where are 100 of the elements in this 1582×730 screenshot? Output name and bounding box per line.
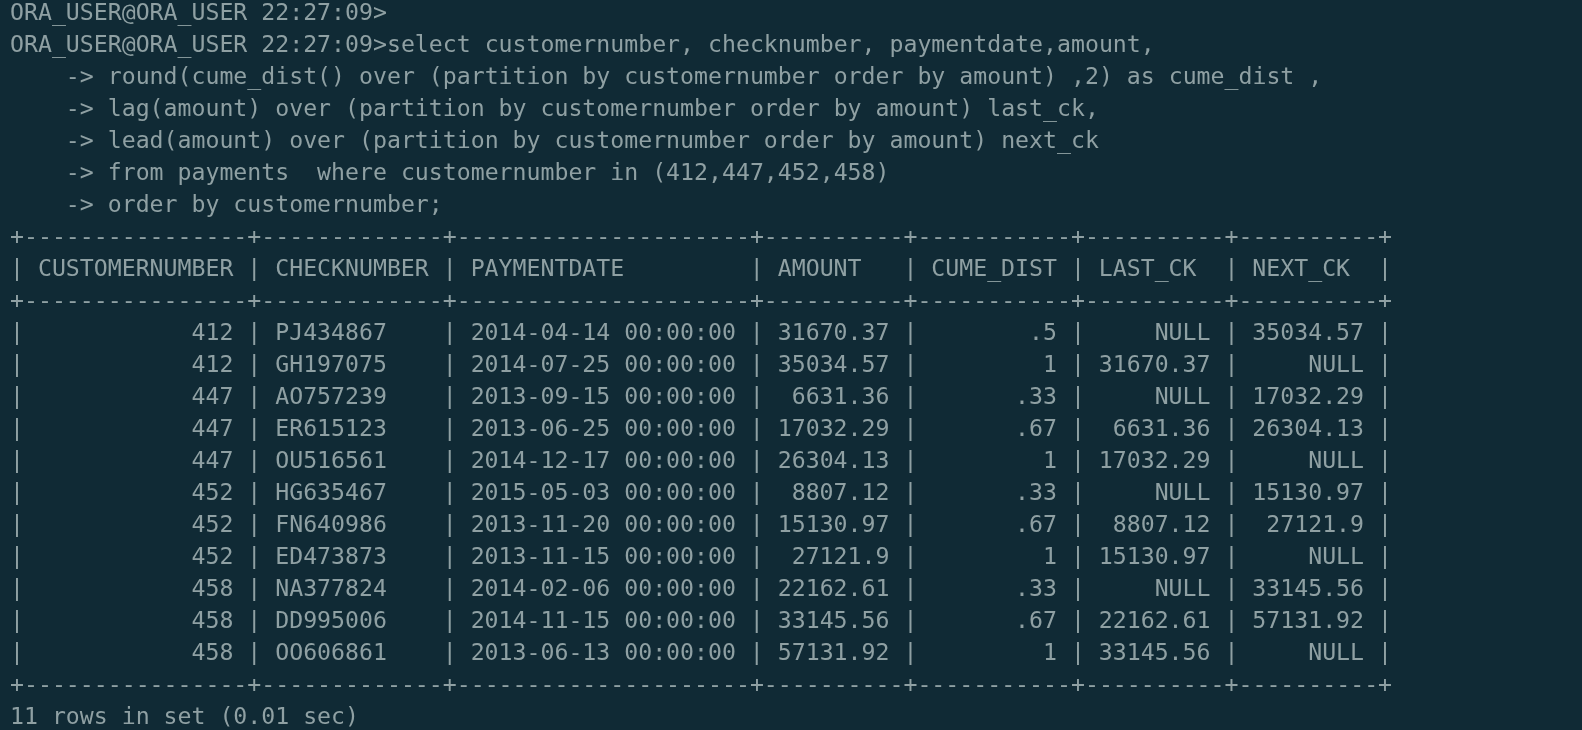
column-divider: | bbox=[247, 509, 262, 539]
column-divider: | bbox=[442, 509, 457, 539]
column-divider: | bbox=[10, 445, 24, 475]
column-divider: | bbox=[10, 541, 24, 571]
table-cell-text: 2014-04-14 00:00:00 bbox=[470, 317, 736, 347]
column-header: CUME_DIST bbox=[931, 253, 1057, 284]
column-divider: | bbox=[442, 573, 457, 603]
table-cell-text: NULL bbox=[1153, 381, 1211, 411]
sql-command: select customernumber, checknumber, paymentdate,amount, bbox=[386, 29, 1155, 59]
column-divider: | bbox=[1224, 317, 1239, 347]
table-cell-text: 2013-11-15 00:00:00 bbox=[470, 541, 736, 571]
column-divider: | bbox=[749, 637, 764, 667]
column-divider: | bbox=[1378, 541, 1392, 571]
table-cell-text: 2014-11-15 00:00:00 bbox=[470, 605, 736, 635]
column-divider: | bbox=[903, 317, 918, 347]
table-cell-text: 2014-02-06 00:00:00 bbox=[470, 573, 736, 603]
table-cell-text: NULL bbox=[1153, 477, 1211, 507]
column-divider: | bbox=[1070, 509, 1085, 539]
column-divider: | bbox=[247, 541, 262, 571]
table-cell-text: 8807.12 bbox=[1111, 509, 1211, 539]
table-cell-text: .33 bbox=[1014, 477, 1057, 507]
table-cell-text: 33145.56 bbox=[777, 605, 890, 635]
table-cell-text: 2014-07-25 00:00:00 bbox=[470, 349, 736, 379]
table-cell-text: 1 bbox=[1041, 637, 1057, 667]
table-cell-text: 31670.37 bbox=[777, 317, 890, 347]
column-divider: | bbox=[10, 381, 24, 411]
column-divider: | bbox=[1378, 381, 1392, 411]
table-cell-text: 458 bbox=[190, 573, 234, 603]
column-divider: | bbox=[749, 573, 764, 603]
column-divider: | bbox=[1224, 349, 1239, 379]
column-header: CHECKNUMBER bbox=[275, 253, 429, 283]
table-cell-text: 2015-05-03 00:00:00 bbox=[470, 477, 736, 507]
table-cell-text: 412 bbox=[190, 317, 234, 347]
table-cell-text: NULL bbox=[1307, 637, 1365, 667]
table-cell-text: FN640986 bbox=[275, 509, 388, 539]
column-divider: | bbox=[1070, 605, 1085, 635]
table-cell-text: 452 bbox=[190, 477, 234, 507]
column-divider: | bbox=[1378, 413, 1392, 443]
column-divider: | bbox=[442, 477, 457, 507]
table-cell-text: 2013-06-13 00:00:00 bbox=[470, 637, 736, 667]
table-cell-text: 2013-11-20 00:00:00 bbox=[470, 509, 736, 539]
column-divider: | bbox=[749, 477, 764, 507]
column-divider: | bbox=[10, 317, 24, 347]
column-divider: | bbox=[903, 637, 918, 667]
result-summary: 11 rows in set (0.01 sec) bbox=[10, 701, 359, 730]
column-divider: | bbox=[1378, 573, 1392, 603]
sql-continuation-line: -> lag(amount) over (partition by customernumber order by amount) last_ck, bbox=[64, 93, 1099, 124]
table-cell-text: 412 bbox=[190, 349, 234, 379]
table-cell-text: 15130.97 bbox=[777, 509, 890, 539]
column-divider: | bbox=[1070, 253, 1085, 283]
table-cell-text: 17032.29 bbox=[777, 413, 890, 443]
column-divider: | bbox=[247, 477, 262, 507]
table-cell-text: .67 bbox=[1014, 413, 1057, 443]
table-cell-text: 6631.36 bbox=[1111, 413, 1211, 443]
column-divider: | bbox=[442, 413, 457, 443]
column-divider: | bbox=[442, 381, 457, 411]
column-divider: | bbox=[1224, 381, 1239, 411]
column-divider: | bbox=[1378, 445, 1392, 475]
table-cell-text: 447 bbox=[190, 381, 234, 411]
column-divider: | bbox=[1224, 541, 1239, 571]
table-cell-text: OO606861 bbox=[275, 637, 388, 667]
column-divider: | bbox=[10, 509, 24, 539]
column-divider: | bbox=[749, 445, 764, 475]
column-divider: | bbox=[903, 509, 918, 539]
column-divider: | bbox=[903, 381, 918, 411]
table-cell-text: 458 bbox=[190, 637, 234, 667]
column-divider: | bbox=[442, 349, 457, 379]
column-divider: | bbox=[10, 477, 24, 507]
column-divider: | bbox=[1070, 413, 1085, 443]
column-divider: | bbox=[1224, 445, 1239, 475]
column-divider: | bbox=[1378, 509, 1392, 539]
column-divider: | bbox=[749, 605, 764, 635]
table-cell-text: 2014-12-17 00:00:00 bbox=[470, 445, 736, 475]
column-divider: | bbox=[1224, 637, 1239, 667]
column-divider: | bbox=[10, 605, 24, 635]
table-cell-text: 8807.12 bbox=[790, 477, 890, 507]
table-cell-text: 27121.9 bbox=[790, 541, 890, 571]
table-cell-text: ED473873 bbox=[275, 541, 388, 571]
column-header: AMOUNT bbox=[777, 253, 863, 283]
column-divider: | bbox=[749, 381, 764, 411]
sql-continuation-line: -> from payments where customernumber in (412,447,452,458) bbox=[64, 157, 890, 187]
table-cell-text: 6631.36 bbox=[790, 381, 890, 411]
table-cell-text: HG635467 bbox=[275, 477, 388, 507]
column-divider: | bbox=[1224, 605, 1239, 635]
column-divider: | bbox=[749, 253, 764, 283]
column-divider: | bbox=[1224, 509, 1239, 539]
column-divider: | bbox=[903, 573, 918, 603]
table-cell-text: 33145.56 bbox=[1252, 573, 1365, 603]
column-divider: | bbox=[903, 477, 918, 507]
column-divider: | bbox=[903, 413, 918, 443]
column-divider: | bbox=[10, 413, 24, 443]
table-cell-text: 35034.57 bbox=[1252, 317, 1365, 347]
table-cell-text: AO757239 bbox=[275, 381, 388, 411]
table-cell-text: NULL bbox=[1307, 349, 1365, 379]
table-border-line: +----------------+-------------+---------------------+----------+-----------+----------+----------+ bbox=[10, 669, 1393, 699]
table-cell-text: .33 bbox=[1014, 573, 1057, 603]
column-divider: | bbox=[10, 253, 24, 283]
table-cell-text: NULL bbox=[1307, 445, 1365, 475]
table-cell-text: 22162.61 bbox=[777, 573, 890, 603]
column-divider: | bbox=[749, 349, 764, 379]
